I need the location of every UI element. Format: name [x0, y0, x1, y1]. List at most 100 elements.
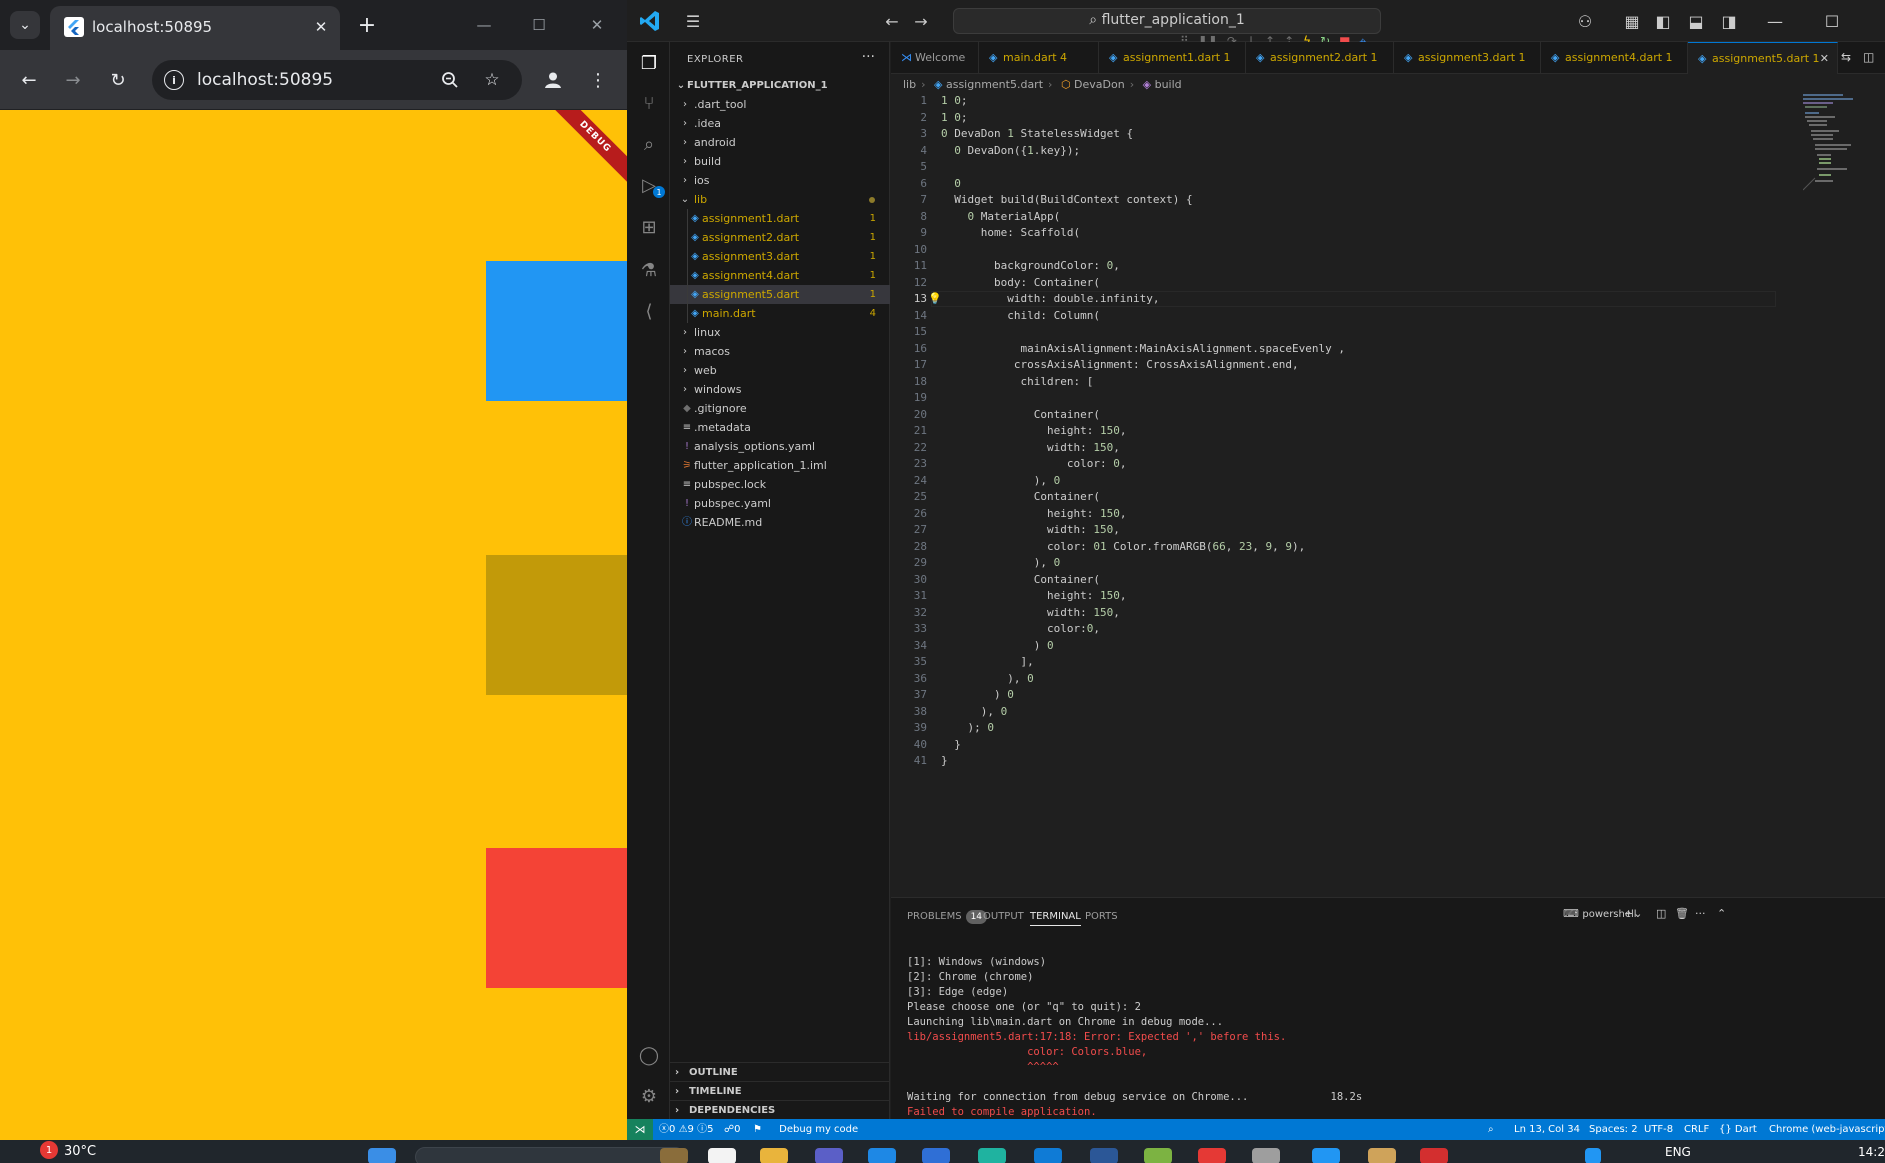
- zoom-icon[interactable]: ⌕: [1488, 1122, 1494, 1137]
- code-line[interactable]: ) 0: [941, 688, 1014, 701]
- minimize-icon[interactable]: —: [469, 12, 499, 38]
- more-actions-icon[interactable]: ···: [1695, 907, 1706, 920]
- code-line[interactable]: mainAxisAlignment:MainAxisAlignment.spac…: [941, 342, 1345, 355]
- nav-back-icon[interactable]: ←: [880, 10, 904, 32]
- tree-item[interactable]: › build: [670, 152, 890, 171]
- customize-layout-icon[interactable]: ▦: [1620, 10, 1644, 32]
- tray-chevron-icon[interactable]: [1585, 1148, 1601, 1163]
- line-endings[interactable]: CRLF: [1684, 1122, 1709, 1137]
- close-icon[interactable]: ✕: [310, 16, 332, 38]
- copilot-icon[interactable]: ⚇: [1573, 10, 1597, 32]
- flutter-icon[interactable]: ⟨: [634, 296, 664, 326]
- zoom-out-icon[interactable]: [438, 68, 462, 92]
- split-editor-icon[interactable]: ◫: [1863, 50, 1874, 64]
- editor-tab[interactable]: ⋊ Welcome: [891, 42, 979, 74]
- panel-tab-output[interactable]: OUTPUT: [983, 908, 1024, 926]
- code-line[interactable]: 0 MaterialApp(: [941, 210, 1061, 223]
- edge-browser-icon[interactable]: [922, 1148, 950, 1163]
- code-line[interactable]: ), 0: [941, 474, 1061, 487]
- minimize-icon[interactable]: —: [1763, 10, 1787, 32]
- breadcrumb-lib[interactable]: lib: [903, 78, 916, 91]
- new-tab-button[interactable]: +: [354, 12, 380, 38]
- tree-item[interactable]: › web: [670, 361, 890, 380]
- command-center-search[interactable]: ⌕ flutter_application_1: [953, 8, 1381, 34]
- problems-status[interactable]: ⓧ0 ⚠9 ⓘ5: [659, 1122, 713, 1137]
- outline-section[interactable]: › OUTLINE: [670, 1062, 890, 1081]
- tree-item[interactable]: ! pubspec.yaml: [670, 494, 890, 513]
- browser-tab-active[interactable]: localhost:50895 ✕: [50, 6, 340, 50]
- code-line[interactable]: height: 150,: [941, 507, 1127, 520]
- testing-flask-icon[interactable]: ⚗: [634, 255, 664, 285]
- editor-tab[interactable]: ◈ assignment1.dart 1: [1099, 42, 1246, 74]
- account-icon[interactable]: ◯: [634, 1040, 664, 1070]
- minimap[interactable]: [1803, 94, 1871, 194]
- chrome-taskbar-icon[interactable]: [1420, 1148, 1448, 1163]
- address-bar[interactable]: i localhost:50895 ☆: [152, 60, 522, 100]
- cursor-position[interactable]: Ln 13, Col 34: [1514, 1122, 1580, 1137]
- bookmark-star-icon[interactable]: ☆: [480, 68, 504, 92]
- tree-item[interactable]: › macos: [670, 342, 890, 361]
- calculator-icon[interactable]: [1252, 1148, 1280, 1163]
- editor-tab[interactable]: ◈ assignment5.dart 1 ✕: [1688, 42, 1838, 74]
- code-line[interactable]: ), 0: [941, 556, 1061, 569]
- youtube-icon[interactable]: [1198, 1148, 1226, 1163]
- code-line[interactable]: child: Column(: [941, 309, 1100, 322]
- nav-forward-icon[interactable]: →: [909, 10, 933, 32]
- maximize-icon[interactable]: ☐: [524, 12, 554, 38]
- code-line[interactable]: Container(: [941, 573, 1100, 586]
- code-line[interactable]: Widget build(BuildContext context) {: [941, 193, 1192, 206]
- code-line[interactable]: backgroundColor: 0,: [941, 259, 1120, 272]
- editor-tab[interactable]: ◈ main.dart 4: [979, 42, 1099, 74]
- flutter-device[interactable]: Chrome (web-javascript): [1769, 1122, 1885, 1137]
- tree-item[interactable]: › android: [670, 133, 890, 152]
- address-url[interactable]: localhost:50895: [197, 70, 333, 90]
- search-icon[interactable]: ⌕: [634, 129, 664, 159]
- breadcrumb-file[interactable]: assignment5.dart: [946, 78, 1043, 91]
- toggle-secondary-sidebar-icon[interactable]: ◨: [1717, 10, 1741, 32]
- code-line[interactable]: height: 150,: [941, 424, 1127, 437]
- close-icon[interactable]: ✕: [1820, 43, 1829, 74]
- debug-status[interactable]: ⚑ Debug my code: [753, 1122, 858, 1137]
- tree-item[interactable]: › .dart_tool: [670, 95, 890, 114]
- tree-item[interactable]: › ios: [670, 171, 890, 190]
- tree-item[interactable]: ⓘ README.md: [670, 513, 890, 532]
- code-line[interactable]: home: Scaffold(: [941, 226, 1080, 239]
- editor-tab[interactable]: ◈ assignment4.dart 1: [1541, 42, 1688, 74]
- editor-tab[interactable]: ◈ assignment2.dart 1: [1246, 42, 1394, 74]
- encoding[interactable]: UTF-8: [1644, 1122, 1673, 1137]
- toggle-panel-icon[interactable]: ⬓: [1684, 10, 1708, 32]
- forward-arrow-icon[interactable]: →: [59, 66, 87, 94]
- back-arrow-icon[interactable]: ←: [15, 66, 43, 94]
- vscode-taskbar-icon[interactable]: [1312, 1148, 1340, 1163]
- tree-item[interactable]: ⚞ flutter_application_1.iml: [670, 456, 890, 475]
- reload-icon[interactable]: ↻: [104, 66, 132, 94]
- code-line[interactable]: ],: [941, 655, 1033, 668]
- panel-tab-ports[interactable]: PORTS: [1085, 908, 1118, 926]
- lightbulb-icon[interactable]: 💡: [928, 292, 942, 305]
- timeline-section[interactable]: › TIMELINE: [670, 1081, 890, 1100]
- code-line[interactable]: 0 DevaDon 1 StatelessWidget {: [941, 127, 1133, 140]
- tree-item[interactable]: ≡ .metadata: [670, 418, 890, 437]
- tree-item[interactable]: ◈ assignment1.dart 1: [670, 209, 890, 228]
- word-icon[interactable]: [1090, 1148, 1118, 1163]
- windows-start-icon[interactable]: [368, 1148, 396, 1163]
- copilot-app-icon[interactable]: [978, 1148, 1006, 1163]
- store-icon[interactable]: [1034, 1148, 1062, 1163]
- dependencies-section[interactable]: › DEPENDENCIES: [670, 1100, 890, 1119]
- explorer-icon[interactable]: ❐: [634, 48, 664, 78]
- code-line[interactable]: color: 01 Color.fromARGB(66, 23, 9, 9),: [941, 540, 1305, 553]
- tree-item[interactable]: ◈ main.dart 4: [670, 304, 890, 323]
- maximize-icon[interactable]: ☐: [1820, 10, 1844, 32]
- kebab-menu-icon[interactable]: ⋮: [584, 66, 612, 94]
- code-line[interactable]: Container(: [941, 490, 1100, 503]
- teams-icon[interactable]: [815, 1148, 843, 1163]
- code-line[interactable]: }: [941, 754, 948, 767]
- split-terminal-icon[interactable]: ◫: [1656, 907, 1666, 920]
- panel-tab-problems[interactable]: PROBLEMS 14: [907, 908, 988, 926]
- source-control-icon[interactable]: ⑂: [634, 88, 664, 118]
- tree-item[interactable]: ! analysis_options.yaml: [670, 437, 890, 456]
- code-line[interactable]: crossAxisAlignment: CrossAxisAlignment.e…: [941, 358, 1299, 371]
- code-line[interactable]: Container(: [941, 408, 1100, 421]
- chevron-up-icon[interactable]: ⌃: [1717, 907, 1726, 920]
- code-line[interactable]: width: 150,: [941, 523, 1120, 536]
